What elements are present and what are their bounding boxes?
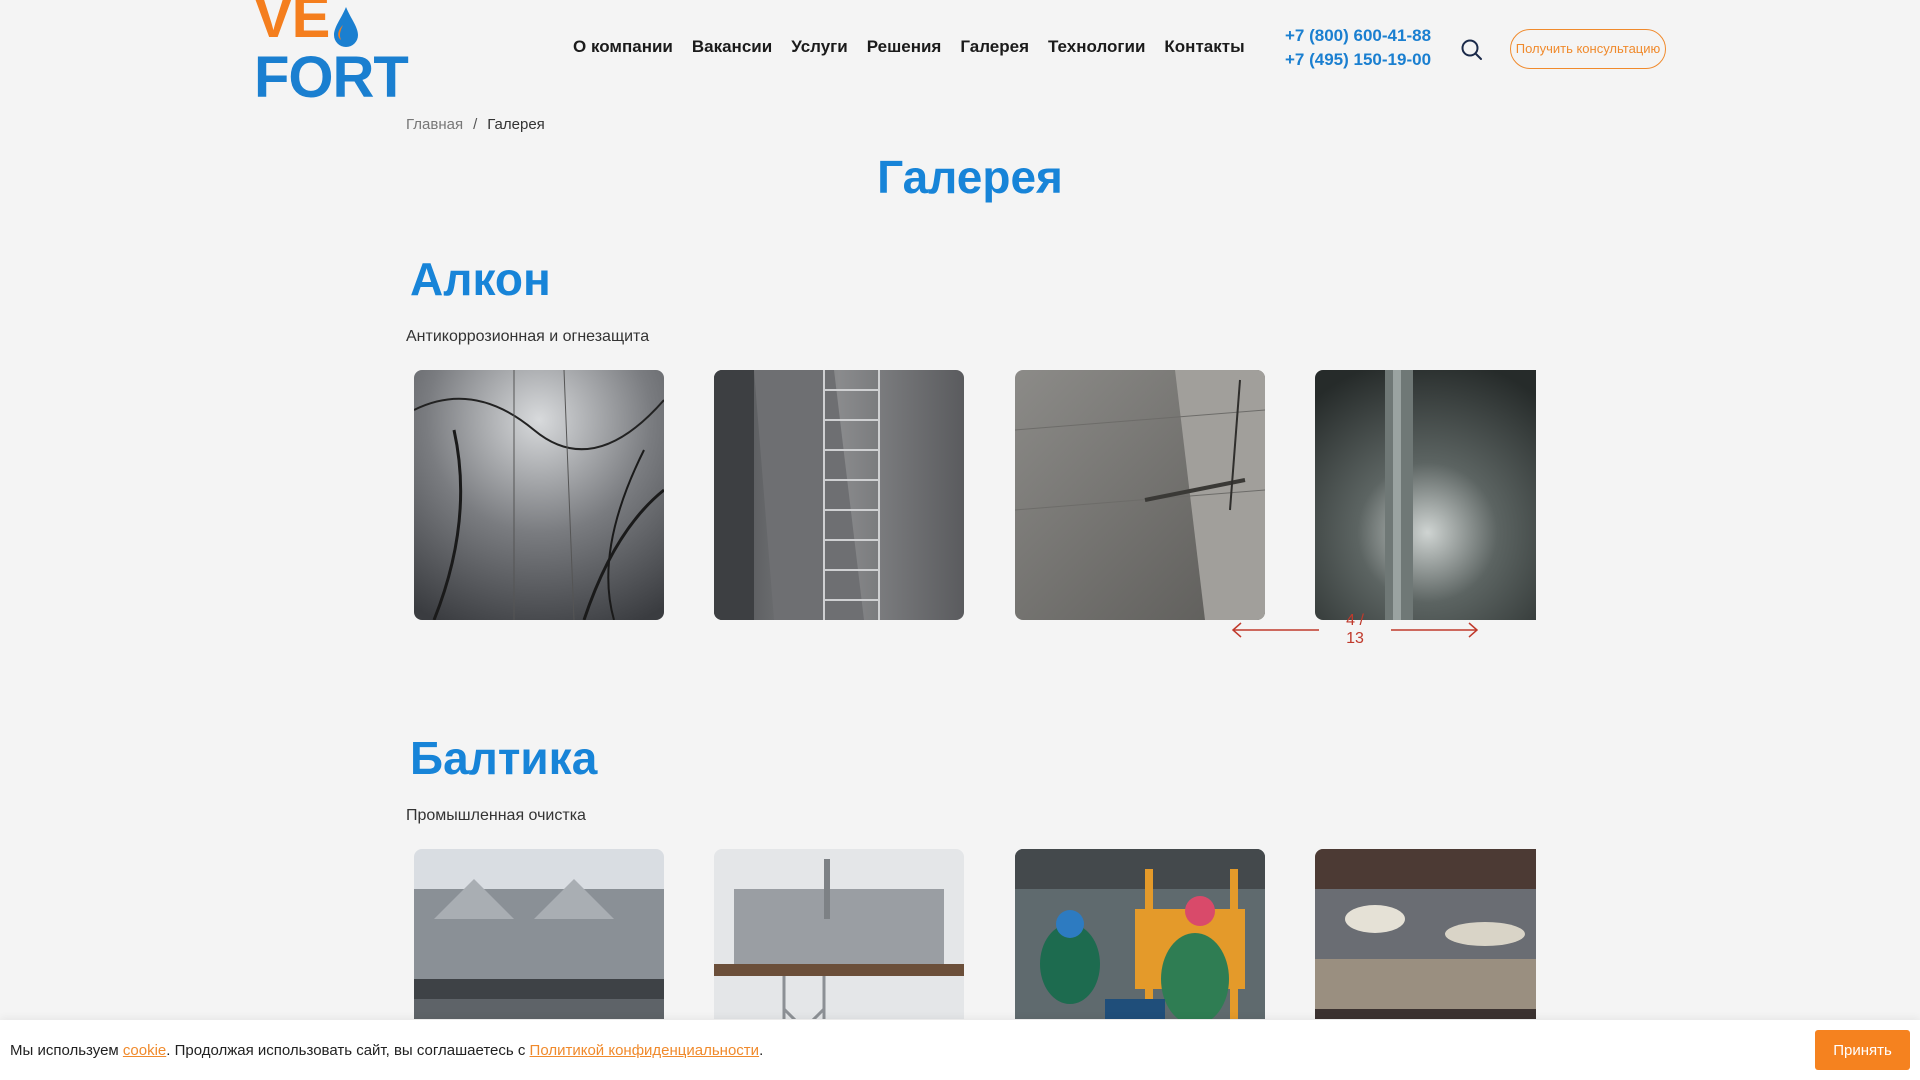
search-button[interactable]	[1460, 38, 1484, 62]
breadcrumb: Главная / Галерея	[406, 116, 545, 133]
gallery-section-baltika: Балтика Промышленная очистка	[406, 731, 1536, 1051]
arrow-right-icon	[1391, 622, 1479, 638]
logo-text-ve: VE	[254, 0, 330, 50]
photo-slider	[414, 370, 1536, 620]
logo[interactable]: VEFORT	[254, 0, 436, 108]
breadcrumb-current: Галерея	[487, 116, 545, 133]
gallery-photo[interactable]	[414, 849, 664, 1019]
breadcrumb-separator: /	[473, 116, 478, 133]
gallery-photo[interactable]	[1315, 370, 1536, 620]
cookie-banner: Мы используем cookie. Продолжая использо…	[0, 1020, 1920, 1080]
gallery-photo[interactable]	[1015, 849, 1265, 1019]
section-title: Балтика	[410, 732, 598, 784]
nav-item-vacancies[interactable]: Вакансии	[692, 37, 772, 57]
phone-link-main[interactable]: +7 (800) 600-41-88	[1285, 26, 1431, 46]
main-nav: О компании Вакансии Услуги Решения Галер…	[573, 37, 1245, 57]
slider-next-button[interactable]	[1391, 620, 1479, 640]
accept-cookies-button[interactable]: Принять	[1815, 1030, 1910, 1070]
phone-list: +7 (800) 600-41-88 +7 (495) 150-19-00	[1285, 26, 1431, 70]
arrow-left-icon	[1231, 622, 1319, 638]
gallery-photo[interactable]	[1315, 849, 1536, 1019]
cookie-link[interactable]: cookie	[123, 1042, 166, 1059]
gallery-photo[interactable]	[714, 849, 964, 1019]
get-consultation-button[interactable]: Получить консультацию	[1510, 29, 1666, 69]
nav-item-company[interactable]: О компании	[573, 37, 673, 57]
site-header: VEFORT О компании Вакансии Услуги Решени…	[0, 0, 1920, 108]
drop-icon	[331, 0, 361, 47]
gallery-photo[interactable]	[414, 370, 664, 620]
gallery-section-alkon: Алкон Антикоррозионная и огнезащита 4 / …	[406, 252, 1536, 682]
slider-controls: 4 / 13	[1231, 612, 1479, 648]
section-subtitle: Антикоррозионная и огнезащита	[406, 328, 650, 345]
cookie-text-prefix: Мы используем	[10, 1042, 123, 1059]
nav-item-gallery[interactable]: Галерея	[960, 37, 1029, 57]
breadcrumb-home-link[interactable]: Главная	[406, 116, 463, 133]
photo-slider	[414, 849, 1536, 1019]
cookie-text-middle: . Продолжая использовать сайт, вы соглаш…	[166, 1042, 530, 1059]
slider-prev-button[interactable]	[1231, 620, 1319, 640]
cookie-text-suffix: .	[759, 1042, 764, 1059]
section-subtitle: Промышленная очистка	[406, 807, 586, 824]
cookie-text: Мы используем cookie. Продолжая использо…	[10, 1042, 763, 1059]
section-title: Алкон	[410, 253, 551, 305]
nav-item-solutions[interactable]: Решения	[867, 37, 942, 57]
search-icon	[1461, 39, 1482, 60]
gallery-photo[interactable]	[1015, 370, 1265, 620]
gallery-photo[interactable]	[714, 370, 964, 620]
page-title: Галерея	[877, 151, 1063, 203]
logo-text-fort: FORT	[254, 45, 409, 110]
slide-counter: 4 / 13	[1346, 612, 1364, 647]
phone-link-moscow[interactable]: +7 (495) 150-19-00	[1285, 50, 1431, 70]
nav-item-technologies[interactable]: Технологии	[1048, 37, 1145, 57]
nav-item-contacts[interactable]: Контакты	[1164, 37, 1244, 57]
privacy-policy-link[interactable]: Политикой конфиденциальности	[530, 1042, 760, 1059]
nav-item-services[interactable]: Услуги	[791, 37, 848, 57]
